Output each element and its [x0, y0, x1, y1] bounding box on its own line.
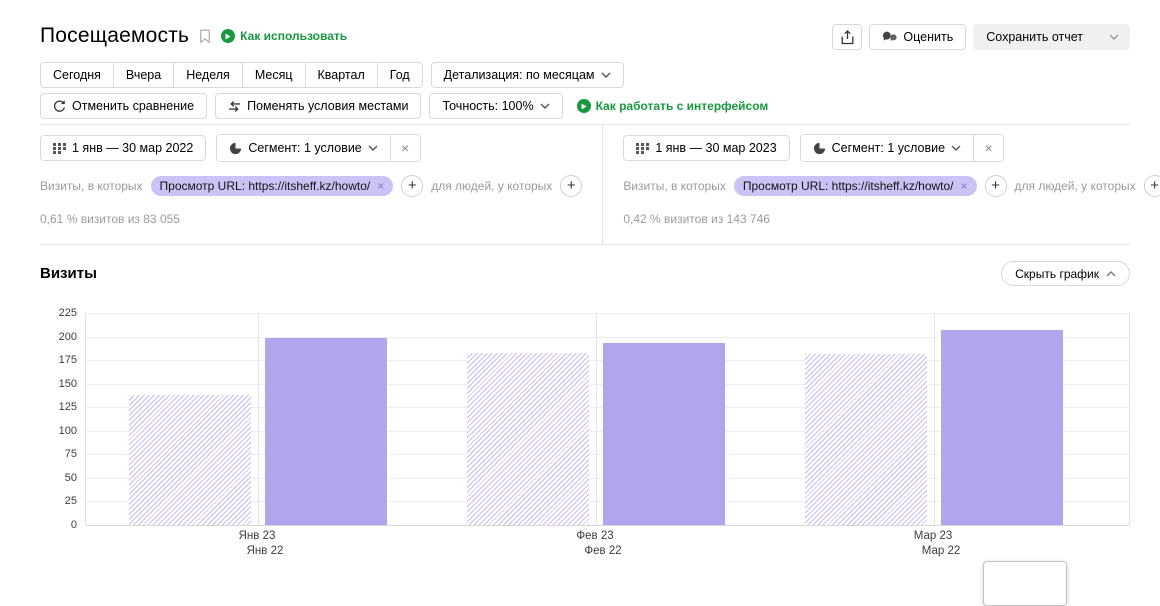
segment-button-b[interactable]: Сегмент: 1 условие	[801, 135, 973, 161]
chart-plot	[85, 313, 1130, 525]
url-condition-chip-b[interactable]: Просмотр URL: https://itsheff.kz/howto/ …	[734, 176, 977, 196]
visits-chart: 0255075100125150175200225Янв 23Янв 22Фев…	[40, 313, 1130, 563]
usage-help-link[interactable]: Как использовать	[221, 29, 347, 43]
y-axis-tick-label: 100	[59, 425, 77, 437]
swap-icon	[228, 101, 241, 112]
period-tab-3[interactable]: Месяц	[243, 62, 306, 88]
chevron-down-icon	[951, 145, 961, 151]
date-range-button-b[interactable]: 1 янв — 30 мар 2023	[623, 135, 789, 161]
chart-title: Визиты	[40, 265, 97, 282]
date-range-button-a[interactable]: 1 янв — 30 мар 2022	[40, 135, 206, 161]
x-gridline	[934, 313, 935, 525]
url-condition-chip-a[interactable]: Просмотр URL: https://itsheff.kz/howto/ …	[151, 176, 394, 196]
calendar-grid-icon	[53, 143, 66, 154]
detalization-button[interactable]: Детализация: по месяцам	[431, 62, 624, 88]
period-tab-0[interactable]: Сегодня	[40, 62, 114, 88]
play-icon	[221, 29, 235, 43]
pie-chart-icon	[229, 142, 242, 155]
topbar: Посещаемость Как использовать Оценить Со…	[40, 24, 1130, 50]
y-axis-tick-label: 175	[59, 354, 77, 366]
bookmark-icon[interactable]	[199, 29, 211, 44]
add-visit-condition-button-a[interactable]: +	[401, 175, 423, 197]
play-icon	[577, 99, 591, 113]
chip-close-icon[interactable]: ×	[961, 179, 968, 193]
x-gridline	[596, 313, 597, 525]
bar-1-янв-—-30-мар-2022-2[interactable]	[805, 354, 927, 525]
segment-panel-a: 1 янв — 30 мар 2022 Сегмент: 1 условие ×…	[40, 125, 603, 244]
bar-1-янв-—-30-мар-2022-1[interactable]	[467, 353, 589, 525]
people-condition-label: для людей, у которых	[1015, 179, 1136, 193]
hide-chart-button[interactable]: Скрыть график	[1001, 261, 1130, 286]
segment-button-a[interactable]: Сегмент: 1 условие	[217, 135, 389, 161]
x-gridline	[258, 313, 259, 525]
interface-help-link[interactable]: Как работать с интерфейсом	[577, 99, 769, 113]
chevron-down-icon	[368, 145, 378, 151]
add-visit-condition-button-b[interactable]: +	[985, 175, 1007, 197]
visits-condition-label: Визиты, в которых	[623, 179, 726, 193]
y-axis-tick-label: 225	[59, 307, 77, 319]
tools-row: Отменить сравнение Поменять условия мест…	[40, 93, 1130, 119]
y-axis-tick-label: 75	[65, 448, 77, 460]
y-axis-tick-label: 0	[71, 519, 77, 531]
segment-stats-b: 0,42 % визитов из 143 746	[623, 212, 1160, 226]
chevron-down-icon	[601, 72, 611, 78]
chevron-down-icon	[1109, 34, 1119, 40]
remove-segment-button-b[interactable]: ×	[973, 135, 1003, 161]
bar-1-янв-—-30-мар-2023-1[interactable]	[603, 343, 725, 525]
bar-1-янв-—-30-мар-2023-2[interactable]	[941, 330, 1063, 525]
add-people-condition-button-b[interactable]: +	[1144, 175, 1160, 197]
period-tab-2[interactable]: Неделя	[174, 62, 243, 88]
y-gridline	[86, 525, 1129, 526]
segment-stats-a: 0,61 % визитов из 83 055	[40, 212, 582, 226]
y-axis-tick-label: 200	[59, 331, 77, 343]
x-axis-tick-label: Мар 23Мар 22	[906, 529, 961, 559]
bar-1-янв-—-30-мар-2022-0[interactable]	[129, 395, 251, 525]
y-axis-tick-label: 50	[65, 472, 77, 484]
period-tab-1[interactable]: Вчера	[114, 62, 174, 88]
accuracy-button[interactable]: Точность: 100%	[429, 93, 562, 119]
visits-condition-label: Визиты, в которых	[40, 179, 143, 193]
pie-chart-icon	[813, 142, 826, 155]
page-title: Посещаемость	[40, 24, 189, 48]
chevron-down-icon	[540, 103, 550, 109]
period-tabs: СегодняВчераНеделяМесяцКварталГод	[40, 62, 423, 88]
add-people-condition-button-a[interactable]: +	[560, 175, 582, 197]
people-condition-label: для людей, у которых	[431, 179, 552, 193]
partial-tooltip-box	[983, 561, 1067, 606]
period-tab-5[interactable]: Год	[378, 62, 423, 88]
x-axis-tick-label: Фев 23Фев 22	[568, 529, 621, 559]
bar-1-янв-—-30-мар-2023-0[interactable]	[265, 338, 387, 525]
remove-segment-button-a[interactable]: ×	[390, 135, 420, 161]
y-axis-tick-label: 125	[59, 401, 77, 413]
chip-close-icon[interactable]: ×	[377, 179, 384, 193]
period-tab-4[interactable]: Квартал	[306, 62, 378, 88]
feedback-icon	[882, 31, 897, 43]
swap-conditions-button[interactable]: Поменять условия местами	[215, 93, 421, 119]
y-gridline	[86, 313, 1129, 314]
refresh-icon	[53, 100, 66, 113]
y-axis-tick-label: 25	[65, 495, 77, 507]
segment-panel-b: 1 янв — 30 мар 2023 Сегмент: 1 условие ×…	[603, 125, 1160, 244]
export-button[interactable]	[832, 24, 862, 50]
period-tabs-row: СегодняВчераНеделяМесяцКварталГод Детали…	[40, 62, 1130, 88]
share-icon	[841, 30, 854, 45]
comparison-panels: 1 янв — 30 мар 2022 Сегмент: 1 условие ×…	[40, 124, 1130, 245]
x-axis-tick-label: Янв 23Янв 22	[231, 529, 284, 559]
y-axis-tick-label: 150	[59, 378, 77, 390]
save-report-button[interactable]: Сохранить отчет	[973, 24, 1130, 50]
calendar-grid-icon	[636, 143, 649, 154]
chevron-up-icon	[1106, 271, 1116, 277]
rate-button[interactable]: Оценить	[869, 24, 966, 50]
cancel-comparison-button[interactable]: Отменить сравнение	[40, 93, 207, 119]
